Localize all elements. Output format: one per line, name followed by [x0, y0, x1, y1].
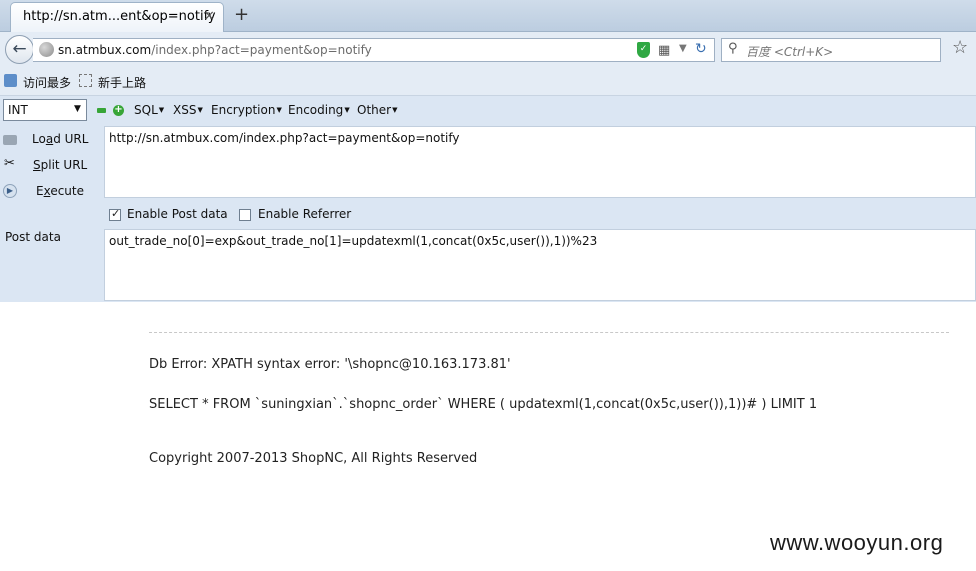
- post-data-value: out_trade_no[0]=exp&out_trade_no[1]=upda…: [109, 234, 598, 248]
- menu-xss[interactable]: XSS▼: [173, 103, 203, 117]
- bookmark-most-visited[interactable]: 访问最多: [23, 74, 71, 91]
- enable-post-checkbox[interactable]: [109, 207, 121, 221]
- split-url-button[interactable]: ✂ Split URL: [0, 155, 100, 177]
- load-url-icon: [3, 135, 17, 145]
- close-icon[interactable]: ×: [203, 8, 215, 24]
- globe-icon: [39, 42, 54, 57]
- most-visited-icon: [4, 74, 17, 87]
- play-icon: ▶: [3, 184, 17, 198]
- search-placeholder: 百度 <Ctrl+K>: [746, 45, 834, 59]
- sql-query-text: SELECT * FROM `suningxian`.`shopnc_order…: [149, 397, 818, 412]
- shield-check-icon[interactable]: ✓: [637, 42, 650, 58]
- hackbar-toolbar: INT ▼ + SQL▼ XSS▼ Encryption▼ Encoding▼ …: [0, 96, 976, 126]
- int-select-value: INT: [8, 103, 28, 117]
- back-arrow-icon[interactable]: ←: [5, 35, 34, 64]
- dropdown-arrow-icon[interactable]: ▼: [679, 43, 687, 54]
- bookmark-getting-started[interactable]: 新手上路: [98, 74, 146, 91]
- menu-encryption[interactable]: Encryption▼: [211, 103, 282, 117]
- tab-active[interactable]: http://sn.atm...ent&op=notify ×: [10, 2, 224, 32]
- decrease-icon[interactable]: [97, 108, 106, 113]
- enable-post-label: Enable Post data: [127, 207, 228, 221]
- increase-icon[interactable]: +: [113, 105, 124, 116]
- url-textarea-value: http://sn.atmbux.com/index.php?act=payme…: [109, 131, 460, 145]
- menu-sql[interactable]: SQL▼: [134, 103, 164, 117]
- getting-started-icon: [79, 74, 92, 87]
- load-url-button[interactable]: Load URL: [0, 129, 100, 151]
- copyright-text: Copyright 2007-2013 ShopNC, All Rights R…: [149, 451, 478, 466]
- post-data-textarea[interactable]: out_trade_no[0]=exp&out_trade_no[1]=upda…: [104, 229, 976, 301]
- chevron-down-icon: ▼: [74, 104, 81, 114]
- reload-icon[interactable]: ↻: [695, 41, 707, 57]
- qr-code-icon[interactable]: ▦: [658, 43, 670, 58]
- url-textarea[interactable]: http://sn.atmbux.com/index.php?act=payme…: [104, 126, 976, 198]
- menu-other[interactable]: Other▼: [357, 103, 397, 117]
- bookmark-star-icon[interactable]: ☆: [952, 37, 968, 58]
- enable-referrer-checkbox[interactable]: [239, 209, 251, 221]
- scissors-icon: ✂: [4, 156, 15, 171]
- watermark-text: www.wooyun.org: [770, 530, 944, 555]
- enable-referrer-label: Enable Referrer: [258, 207, 352, 221]
- post-data-label: Post data: [5, 230, 61, 244]
- execute-button[interactable]: ▶ Execute: [0, 181, 100, 203]
- menu-encoding[interactable]: Encoding▼: [288, 103, 350, 117]
- search-icon: ⚲: [728, 41, 738, 56]
- url-path: /index.php?act=payment&op=notify: [151, 43, 372, 57]
- tab-strip: http://sn.atm...ent&op=notify × +: [0, 0, 976, 32]
- url-host: sn.atmbux.com: [58, 43, 152, 57]
- url-bar[interactable]: sn.atmbux.com/index.php?act=payment&op=n…: [33, 38, 715, 62]
- int-select[interactable]: INT ▼: [3, 99, 87, 121]
- navigation-bar: ← sn.atmbux.com/index.php?act=payment&op…: [0, 32, 976, 68]
- bookmarks-toolbar: 访问最多 新手上路: [0, 68, 976, 96]
- db-error-text: Db Error: XPATH syntax error: '\shopnc@1…: [149, 357, 511, 372]
- search-input[interactable]: ⚲ 百度 <Ctrl+K>: [721, 38, 941, 62]
- tab-title: http://sn.atm...ent&op=notify: [23, 9, 216, 24]
- hackbar-panel: INT ▼ + SQL▼ XSS▼ Encryption▼ Encoding▼ …: [0, 96, 976, 302]
- divider: [149, 332, 949, 333]
- new-tab-plus-icon[interactable]: +: [234, 4, 249, 25]
